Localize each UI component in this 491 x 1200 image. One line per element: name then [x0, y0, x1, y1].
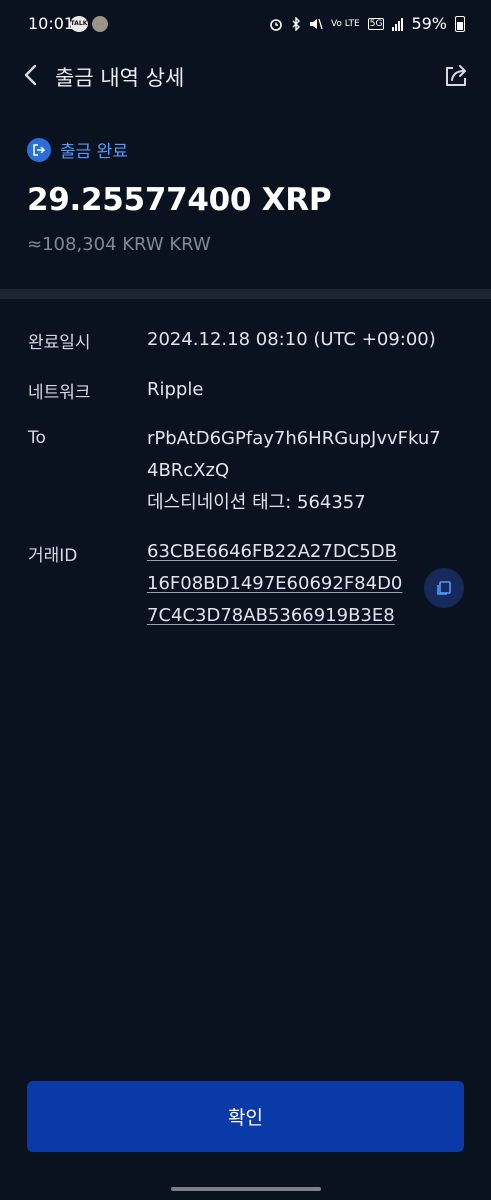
share-icon[interactable] [441, 60, 471, 90]
page-title: 출금 내역 상세 [55, 66, 185, 90]
confirm-button[interactable]: 확인 [27, 1081, 464, 1152]
network-type-label: 5G [367, 17, 385, 30]
tx-id-line[interactable]: 63CBE6646FB22A27DC5DB [147, 536, 402, 568]
status-label: 출금 완료 [60, 142, 128, 162]
copy-icon [437, 581, 451, 595]
tx-id-line[interactable]: 16F08BD1497E60692F84D0 [147, 568, 402, 600]
network-value: Ripple [147, 379, 204, 400]
status-bar: 10:01 TALK Vo LTE 5G 59% [0, 0, 491, 52]
address-line: rPbAtD6GPfay7h6HRGupJvvFku7 [147, 428, 441, 449]
to-value: rPbAtD6GPfay7h6HRGupJvvFku7 4BRcXzQ 데스티네… [147, 423, 441, 519]
withdrawal-status: 출금 완료 [27, 137, 128, 162]
bluetooth-icon [292, 16, 300, 31]
completed-at-label: 완료일시 [28, 333, 91, 353]
copy-button[interactable] [424, 568, 464, 608]
battery-icon [455, 15, 465, 32]
network-label: 네트워크 [28, 383, 91, 403]
address-line: 4BRcXzQ [147, 460, 230, 481]
status-time: 10:01 [28, 14, 75, 33]
to-label: To [28, 428, 46, 448]
tx-id-link[interactable]: 63CBE6646FB22A27DC5DB 16F08BD1497E60692F… [147, 536, 402, 632]
tx-id-label: 거래ID [28, 546, 78, 566]
chevron-left-icon[interactable] [14, 58, 48, 92]
destination-tag: 데스티네이션 태그: 564357 [147, 492, 366, 513]
app-header: 출금 내역 상세 [0, 52, 491, 102]
alarm-icon [270, 18, 282, 31]
avatar-notification-icon [92, 16, 108, 32]
signal-icon [392, 17, 404, 31]
krw-equivalent: ≈108,304 KRW KRW [27, 234, 211, 255]
status-icons: Vo LTE 5G 59% [269, 14, 465, 33]
section-divider [0, 289, 491, 299]
talk-notification-icon: TALK [70, 16, 88, 32]
mute-icon [309, 18, 323, 29]
network-label: Vo LTE [330, 18, 360, 29]
battery-percent: 59% [411, 14, 447, 33]
withdrawal-amount: 29.25577400 XRP [27, 182, 332, 218]
completed-at-value: 2024.12.18 08:10 (UTC +09:00) [147, 329, 436, 350]
home-indicator[interactable] [171, 1187, 321, 1191]
withdraw-icon [27, 137, 51, 162]
tx-id-line[interactable]: 7C4C3D78AB5366919B3E8 [147, 600, 402, 632]
